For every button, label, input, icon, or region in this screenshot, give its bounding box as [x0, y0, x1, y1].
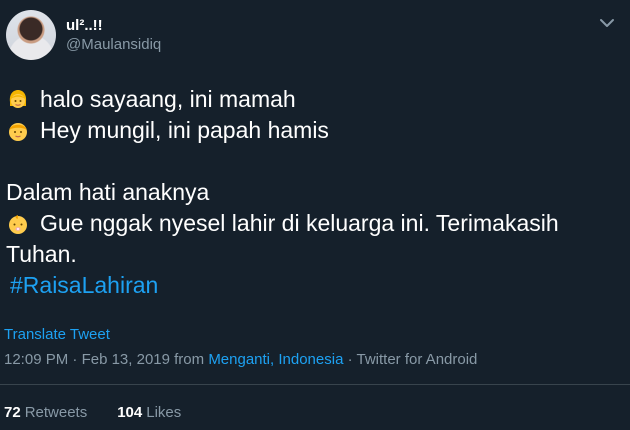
from-label: from — [174, 351, 205, 368]
tweet-card: ul²..!! @Maulansidiq halo sayaang, ini m… — [0, 0, 630, 430]
likes-label: Likes — [146, 404, 182, 421]
tweet-client: Twitter for Android — [356, 351, 478, 368]
tweet-text: halo sayaang, ini mamah Hey mungil, ini … — [6, 84, 621, 301]
man-emoji — [6, 119, 30, 143]
chevron-down-icon[interactable] — [598, 16, 616, 30]
tweet-location-link[interactable]: Menganti, Indonesia — [208, 351, 343, 368]
retweets-label: Retweets — [24, 404, 88, 421]
likes-stat[interactable]: 104 Likes — [117, 404, 181, 421]
tweet-line-text: Gue nggak nyesel lahir di keluarga ini. … — [40, 210, 559, 236]
user-info[interactable]: ul²..!! @Maulansidiq — [66, 16, 161, 55]
tweet-line: #RaisaLahiran — [6, 270, 621, 301]
tweet-line: Hey mungil, ini papah hamis — [6, 115, 621, 146]
tweet-line-text: halo sayaang, ini mamah — [40, 86, 296, 112]
hashtag-link[interactable]: #RaisaLahiran — [6, 270, 158, 301]
tweet-line-text: Hey mungil, ini papah hamis — [40, 117, 329, 143]
woman-emoji — [6, 88, 30, 112]
tweet-line: Dalam hati anaknya — [6, 177, 621, 208]
tweet-stats: 72 Retweets 104 Likes — [4, 404, 211, 421]
likes-count: 104 — [117, 404, 143, 421]
tweet-meta: 12:09 PM · Feb 13, 2019 from Menganti, I… — [4, 351, 477, 368]
tweet-time[interactable]: 12:09 PM — [4, 351, 68, 368]
tweet-line: Tuhan. — [6, 239, 621, 270]
tweet-header: ul²..!! @Maulansidiq — [6, 10, 161, 60]
display-name[interactable]: ul²..!! — [66, 16, 161, 35]
meta-separator: · — [347, 351, 353, 368]
tweet-line: halo sayaang, ini mamah — [6, 84, 621, 115]
tweet-date[interactable]: Feb 13, 2019 — [82, 351, 170, 368]
meta-separator: · — [72, 351, 78, 368]
retweets-stat[interactable]: 72 Retweets — [4, 404, 87, 421]
baby-emoji — [6, 212, 30, 236]
translate-tweet-link[interactable]: Translate Tweet — [4, 326, 110, 343]
tweet-line: Gue nggak nyesel lahir di keluarga ini. … — [6, 208, 621, 239]
avatar[interactable] — [6, 10, 56, 60]
tweet-line-text: Dalam hati anaknya — [6, 179, 210, 205]
tweet-line-text: Tuhan. — [6, 241, 77, 267]
retweets-count: 72 — [4, 404, 21, 421]
user-handle[interactable]: @Maulansidiq — [66, 35, 161, 55]
divider — [0, 384, 630, 385]
